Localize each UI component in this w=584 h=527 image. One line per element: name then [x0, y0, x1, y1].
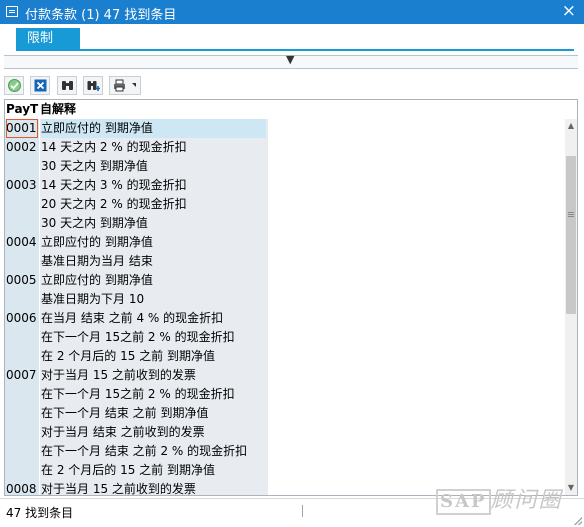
payment-term-description[interactable]: 立即应付的 到期净值 — [41, 271, 266, 290]
payment-term-code[interactable] — [6, 195, 38, 214]
table-row[interactable]: 在下一个月 结束 之前 到期净值 — [5, 404, 268, 423]
window-titlebar: 付款条款 (1) 47 找到条目 × — [0, 0, 584, 24]
payment-term-description[interactable]: 在 2 个月后的 15 之前 到期净值 — [41, 461, 266, 480]
payment-term-description[interactable]: 20 天之内 2 % 的现金折扣 — [41, 195, 266, 214]
payment-term-description[interactable]: 14 天之内 3 % 的现金折扣 — [41, 176, 266, 195]
binoculars-icon — [62, 81, 73, 90]
payment-term-description[interactable]: 对于当月 结束 之前收到的发票 — [41, 423, 266, 442]
table-row[interactable]: 在下一个月 15之前 2 % 的现金折扣 — [5, 328, 268, 347]
table-row[interactable]: 基准日期为下月 10 — [5, 290, 268, 309]
table-row[interactable]: 20 天之内 2 % 的现金折扣 — [5, 195, 268, 214]
scroll-up-icon[interactable]: ▲ — [565, 119, 577, 133]
table-row[interactable]: 在 2 个月后的 15 之前 到期净值 — [5, 347, 268, 366]
payment-term-code[interactable]: 0003 — [6, 176, 38, 195]
status-message: 47 找到条目 — [6, 506, 74, 520]
payment-term-code[interactable] — [6, 214, 38, 233]
table-row[interactable]: 0008 对于当月 15 之前收到的发票 — [5, 480, 268, 495]
payment-term-description[interactable]: 14 天之内 2 % 的现金折扣 — [41, 138, 266, 157]
payment-term-description[interactable]: 对于当月 15 之前收到的发票 — [41, 366, 266, 385]
tab-restrictions[interactable]: 限制 — [16, 28, 80, 49]
binoculars-plus-icon — [87, 81, 100, 91]
window-title: 付款条款 (1) 47 找到条目 — [25, 8, 177, 23]
payment-term-code[interactable]: 0004 — [6, 233, 38, 252]
payment-term-description[interactable]: 在下一个月 15之前 2 % 的现金折扣 — [41, 328, 266, 347]
collapse-bar[interactable]: ▼ — [4, 53, 578, 69]
payment-term-code[interactable] — [6, 328, 38, 347]
table-row[interactable]: 基准日期为当月 结束 — [5, 252, 268, 271]
cancel-button[interactable] — [30, 76, 50, 95]
cancel-icon — [34, 79, 47, 92]
payment-term-description[interactable]: 基准日期为下月 10 — [41, 290, 266, 309]
window-icon — [6, 6, 18, 17]
payment-term-code[interactable]: 0006 — [6, 309, 38, 328]
table-row[interactable]: 0007 对于当月 15 之前收到的发票 — [5, 366, 268, 385]
payment-term-description[interactable]: 在下一个月 结束 之前 2 % 的现金折扣 — [41, 442, 266, 461]
payment-term-code[interactable] — [6, 290, 38, 309]
scrollbar-thumb[interactable] — [566, 156, 576, 314]
dropdown-arrow-icon[interactable] — [132, 83, 136, 87]
payment-term-code[interactable]: 0005 — [6, 271, 38, 290]
status-separator — [302, 505, 303, 517]
table-row[interactable]: 0004 立即应付的 到期净值 — [5, 233, 268, 252]
payment-term-description[interactable]: 立即应付的 到期净值 — [41, 233, 266, 252]
payment-term-code[interactable]: 0007 — [6, 366, 38, 385]
printer-icon — [114, 79, 125, 92]
payment-term-description[interactable]: 在 2 个月后的 15 之前 到期净值 — [41, 347, 266, 366]
table-row[interactable]: 在 2 个月后的 15 之前 到期净值 — [5, 461, 268, 480]
result-list: PayT 自解释 0001 立即应付的 到期净值 0002 14 天之内 2 % 的现… — [4, 99, 578, 496]
payment-term-code[interactable] — [6, 252, 38, 271]
table-row[interactable]: 0002 14 天之内 2 % 的现金折扣 — [5, 138, 268, 157]
column-header-explanation[interactable]: 自解释 — [40, 100, 240, 119]
resize-grip-icon[interactable] — [574, 517, 582, 525]
table-row[interactable]: 0006 在当月 结束 之前 4 % 的现金折扣 — [5, 309, 268, 328]
confirm-button[interactable] — [4, 76, 24, 95]
table-row[interactable]: 30 天之内 到期净值 — [5, 214, 268, 233]
payment-term-description[interactable]: 在下一个月 15之前 2 % 的现金折扣 — [41, 385, 266, 404]
payment-term-code[interactable] — [6, 385, 38, 404]
payment-term-code[interactable]: 0008 — [6, 480, 38, 495]
payment-term-description[interactable]: 在下一个月 结束 之前 到期净值 — [41, 404, 266, 423]
confirm-icon — [8, 79, 21, 92]
payment-term-description[interactable]: 30 天之内 到期净值 — [41, 157, 266, 176]
table-row[interactable]: 0005 立即应付的 到期净值 — [5, 271, 268, 290]
payment-term-code[interactable] — [6, 442, 38, 461]
payment-term-code[interactable] — [6, 423, 38, 442]
payment-term-description[interactable]: 基准日期为当月 结束 — [41, 252, 266, 271]
payment-term-code[interactable]: 0002 — [6, 138, 38, 157]
print-button[interactable] — [109, 76, 141, 95]
table-row[interactable]: 对于当月 结束 之前收到的发票 — [5, 423, 268, 442]
table-row[interactable]: 在下一个月 结束 之前 2 % 的现金折扣 — [5, 442, 268, 461]
payment-term-code[interactable] — [6, 461, 38, 480]
payment-term-code[interactable]: 0001 — [6, 119, 38, 138]
payment-term-description[interactable]: 在当月 结束 之前 4 % 的现金折扣 — [41, 309, 266, 328]
table-row[interactable]: 30 天之内 到期净值 — [5, 157, 268, 176]
payment-term-description[interactable]: 对于当月 15 之前收到的发票 — [41, 480, 266, 495]
close-icon[interactable]: × — [562, 2, 576, 20]
find-next-button[interactable] — [83, 76, 103, 95]
find-button[interactable] — [57, 76, 77, 95]
vertical-scrollbar[interactable]: ▲ ▼ — [565, 119, 577, 495]
column-header-payment-terms[interactable]: PayT — [6, 100, 38, 119]
table-row[interactable]: 0001 立即应付的 到期净值 — [5, 119, 268, 138]
payment-term-code[interactable] — [6, 347, 38, 366]
table-row[interactable]: 在下一个月 15之前 2 % 的现金折扣 — [5, 385, 268, 404]
payment-term-code[interactable] — [6, 157, 38, 176]
watermark-logo: SAP 顾问圈 — [436, 486, 576, 516]
table-row[interactable]: 0003 14 天之内 3 % 的现金折扣 — [5, 176, 268, 195]
payment-term-code[interactable] — [6, 404, 38, 423]
tab-underline — [16, 49, 574, 51]
tab-strip: 限制 — [0, 24, 584, 54]
collapse-arrow-icon[interactable]: ▼ — [286, 53, 294, 66]
payment-term-description[interactable]: 立即应付的 到期净值 — [41, 119, 266, 138]
payment-term-description[interactable]: 30 天之内 到期净值 — [41, 214, 266, 233]
